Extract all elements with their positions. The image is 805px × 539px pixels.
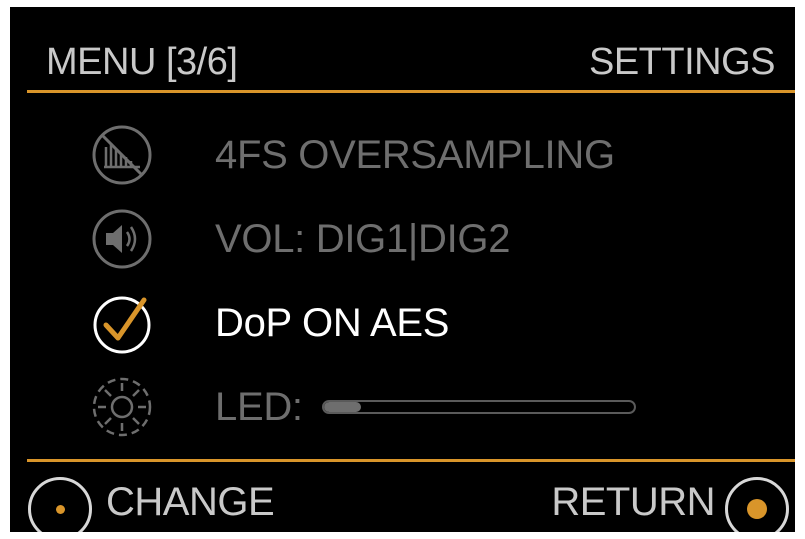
footer-divider: [27, 459, 795, 462]
menu-item-volume[interactable]: VOL: DIG1|DIG2: [10, 199, 795, 279]
checkmark-circle-icon: [93, 296, 151, 354]
menu-item-led[interactable]: LED:: [10, 367, 795, 447]
return-label: RETURN: [551, 480, 715, 524]
return-button[interactable]: [725, 477, 789, 532]
header-divider: [27, 90, 795, 93]
change-button[interactable]: [28, 477, 92, 532]
led-slider-fill: [324, 402, 362, 412]
change-button-dot: [55, 504, 65, 514]
change-label: CHANGE: [106, 480, 275, 524]
speaker-icon: [92, 209, 152, 269]
section-title: SETTINGS: [588, 41, 776, 83]
brightness-icon: [92, 377, 152, 437]
menu-item-label: LED:: [215, 385, 303, 429]
device-screen: MENU [3/6] SETTINGS 4FS OVERSAMPLING VOL…: [10, 7, 795, 532]
menu-item-label: VOL: DIG1|DIG2: [215, 217, 511, 261]
oversampling-off-icon: [92, 125, 152, 185]
return-button-dot: [747, 499, 767, 519]
led-brightness-slider[interactable]: [322, 400, 636, 414]
menu-item-label: DoP ON AES: [215, 301, 450, 345]
menu-item-label: 4FS OVERSAMPLING: [215, 133, 615, 177]
header-bar: MENU [3/6] SETTINGS: [10, 7, 795, 91]
menu-item-oversampling[interactable]: 4FS OVERSAMPLING: [10, 115, 795, 195]
menu-page-indicator: MENU [3/6]: [46, 41, 238, 83]
menu-item-dop-on-aes[interactable]: DoP ON AES: [10, 283, 795, 363]
